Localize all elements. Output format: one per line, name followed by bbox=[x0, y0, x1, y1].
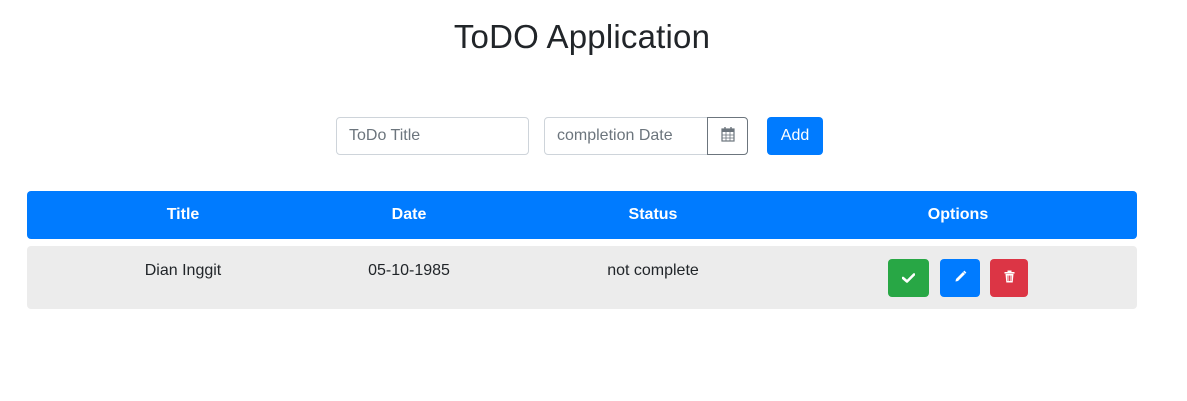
calendar-button[interactable] bbox=[707, 117, 748, 155]
table-header: Title Date Status Options bbox=[27, 191, 1137, 239]
check-icon bbox=[901, 271, 916, 286]
row-date: 05-10-1985 bbox=[368, 262, 450, 279]
table-row: Dian Inggit 05-10-1985 not complete bbox=[27, 246, 1137, 309]
row-title: Dian Inggit bbox=[144, 262, 222, 279]
delete-button[interactable] bbox=[990, 259, 1028, 297]
row-status: not complete bbox=[607, 262, 699, 279]
trash-icon bbox=[1004, 270, 1015, 286]
page-title: ToDO Application bbox=[453, 18, 711, 55]
complete-button[interactable] bbox=[888, 259, 929, 297]
add-button[interactable]: Add bbox=[767, 117, 823, 155]
todo-title-input[interactable] bbox=[336, 117, 529, 155]
edit-button[interactable] bbox=[940, 259, 980, 297]
header-status: Status bbox=[628, 206, 678, 223]
calendar-icon bbox=[720, 126, 735, 147]
add-todo-form: Add bbox=[0, 117, 1187, 155]
header-options: Options bbox=[927, 206, 989, 223]
header-title: Title bbox=[166, 206, 200, 223]
completion-date-input[interactable] bbox=[544, 117, 709, 155]
pencil-icon bbox=[954, 270, 967, 286]
header-date: Date bbox=[391, 206, 427, 223]
